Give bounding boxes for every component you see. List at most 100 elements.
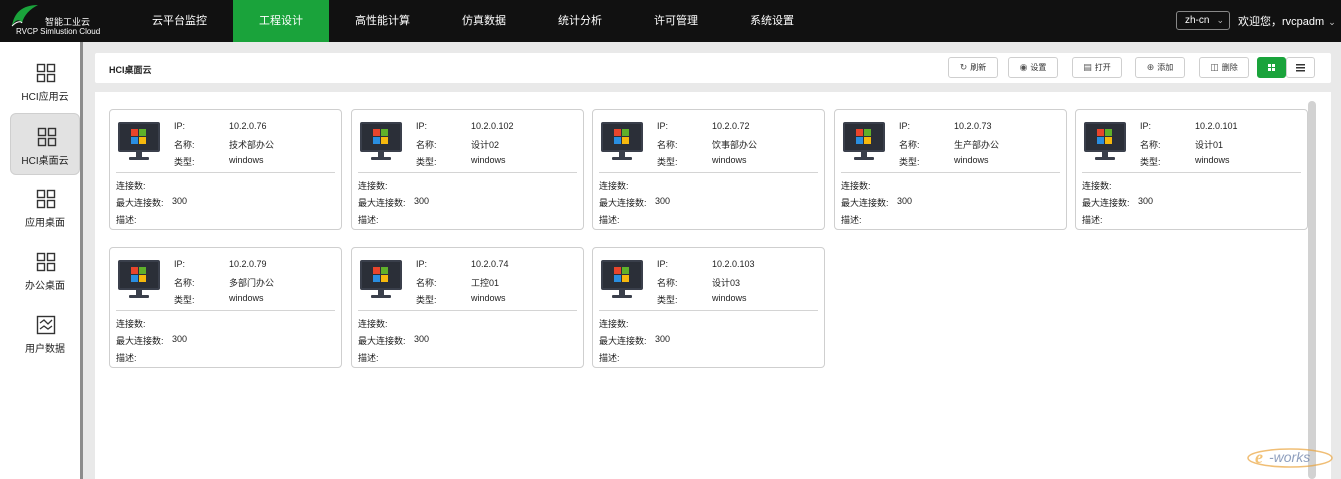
nav-item-license[interactable]: 许可管理 [628,0,724,42]
card-divider [116,172,335,173]
ip-label: IP: [416,259,428,269]
main-nav: 云平台监控 工程设计 高性能计算 仿真数据 统计分析 许可管理 系统设置 [126,0,820,42]
max-connections-value: 300 [414,334,430,344]
name-value: 工控01 [471,278,500,288]
sidebar-item-app-desktop[interactable]: 应用桌面 [10,176,80,238]
delete-label: 删除 [1221,63,1238,72]
delete-button[interactable]: ◫ 删除 [1199,57,1249,78]
type-label: 类型: [657,295,678,305]
max-connections-label: 最大连接数: [1082,198,1130,208]
card-divider [1082,172,1301,173]
sidebar-item-hci-app-cloud[interactable]: HCI应用云 [10,50,80,112]
ip-label: IP: [416,121,428,131]
sidebar-item-label: 应用桌面 [25,218,65,229]
connections-label: 连接数: [116,181,146,191]
type-value: windows [471,293,506,303]
page-header: HCI桌面云 ↻ 刷新 ◉ 设置 ▤ 打开 ⊕ 添加 ◫ 删除 [95,53,1331,83]
card-divider [358,172,577,173]
grid-view-icon [1268,64,1275,71]
description-label: 描述: [116,353,137,363]
sidebar-item-label: 用户数据 [25,344,65,355]
language-select[interactable]: zh-cn ⌄ [1176,11,1230,30]
app-logo[interactable]: 智能工业云 RVCP Simlustion Cloud [8,3,118,39]
open-button[interactable]: ▤ 打开 [1072,57,1122,78]
windows-monitor-icon [601,260,643,298]
settings-icon: ◉ [1019,62,1028,72]
add-button[interactable]: ⊕ 添加 [1135,57,1185,78]
name-label: 名称: [174,140,195,150]
sidebar-item-user-data[interactable]: 用户数据 [10,302,80,364]
open-label: 打开 [1094,63,1111,72]
name-label: 名称: [174,278,195,288]
content-scrollbar[interactable] [1308,101,1316,479]
type-value: windows [712,293,747,303]
nav-item-system-settings[interactable]: 系统设置 [724,0,820,42]
file-icon: ▤ [1083,62,1092,72]
nav-item-engineering-design[interactable]: 工程设计 [233,0,329,42]
grid-apps-icon [36,252,56,272]
max-connections-label: 最大连接数: [599,198,647,208]
ip-label: IP: [657,259,669,269]
name-label: 名称: [1140,140,1161,150]
ip-value: 10.2.0.73 [954,121,992,131]
refresh-button[interactable]: ↻ 刷新 [948,57,998,78]
description-label: 描述: [599,215,620,225]
trash-icon: ◫ [1210,62,1219,72]
nav-item-statistics[interactable]: 统计分析 [532,0,628,42]
ip-value: 10.2.0.103 [712,259,755,269]
user-menu[interactable]: 欢迎您，rvcpadm ⌄ [1238,13,1336,29]
chevron-down-icon: ⌄ [1216,15,1224,25]
nav-item-simulation-data[interactable]: 仿真数据 [436,0,532,42]
nav-item-cloud-monitor[interactable]: 云平台监控 [126,0,233,42]
type-label: 类型: [899,157,920,167]
desktop-card[interactable]: IP: 10.2.0.102 名称: 设计02 类型: windows 连接数: 最大连接数:… [351,109,584,230]
card-divider [841,172,1060,173]
logo-leaf-icon [11,5,38,27]
max-connections-label: 最大连接数: [116,336,164,346]
type-label: 类型: [416,157,437,167]
list-view-icon [1296,64,1305,72]
card-divider [599,310,818,311]
grid-apps-icon [36,63,56,83]
type-value: windows [471,155,506,165]
desktop-card[interactable]: IP: 10.2.0.74 名称: 工控01 类型: windows 连接数: 最大连接数: 3… [351,247,584,368]
ip-value: 10.2.0.101 [1195,121,1238,131]
description-label: 描述: [358,215,379,225]
desktop-card[interactable]: IP: 10.2.0.72 名称: 饮事部办公 类型: windows 连接数: 最大连接数:… [592,109,825,230]
sidebar-item-hci-desktop-cloud[interactable]: HCI桌面云 [10,113,80,175]
connections-label: 连接数: [841,181,871,191]
settings-label: 设置 [1030,63,1047,72]
max-connections-value: 300 [414,196,430,206]
grid-apps-icon [37,127,57,147]
type-label: 类型: [174,295,195,305]
max-connections-label: 最大连接数: [358,198,406,208]
chevron-down-icon: ⌄ [1328,17,1336,27]
chart-doc-icon [36,315,56,335]
max-connections-label: 最大连接数: [358,336,406,346]
desktop-card[interactable]: IP: 10.2.0.73 名称: 生产部办公 类型: windows 连接数: 最大连接数:… [834,109,1067,230]
desktop-card[interactable]: IP: 10.2.0.101 名称: 设计01 类型: windows 连接数: 最大连接数:… [1075,109,1308,230]
windows-monitor-icon [1084,122,1126,160]
max-connections-value: 300 [172,334,188,344]
sidebar-item-label: HCI应用云 [21,92,69,103]
name-label: 名称: [899,140,920,150]
list-view-button[interactable] [1286,57,1315,78]
grid-view-button[interactable] [1257,57,1286,78]
desktop-card[interactable]: IP: 10.2.0.103 名称: 设计03 类型: windows 连接数: 最大连接数:… [592,247,825,368]
nav-item-hpc[interactable]: 高性能计算 [329,0,436,42]
connections-label: 连接数: [116,319,146,329]
eworks-watermark-logo: e -works [1247,447,1333,468]
description-label: 描述: [841,215,862,225]
card-divider [116,310,335,311]
max-connections-value: 300 [897,196,913,206]
connections-label: 连接数: [599,181,629,191]
windows-monitor-icon [843,122,885,160]
type-value: windows [1195,155,1230,165]
settings-button[interactable]: ◉ 设置 [1008,57,1058,78]
desktop-card[interactable]: IP: 10.2.0.76 名称: 技术部办公 类型: windows 连接数: 最大连接数:… [109,109,342,230]
desktop-card[interactable]: IP: 10.2.0.79 名称: 多部门办公 类型: windows 连接数: 最大连接数:… [109,247,342,368]
sidebar-item-label: 办公桌面 [25,281,65,292]
card-divider [599,172,818,173]
refresh-icon: ↻ [959,62,968,72]
sidebar-item-office-desktop[interactable]: 办公桌面 [10,239,80,301]
